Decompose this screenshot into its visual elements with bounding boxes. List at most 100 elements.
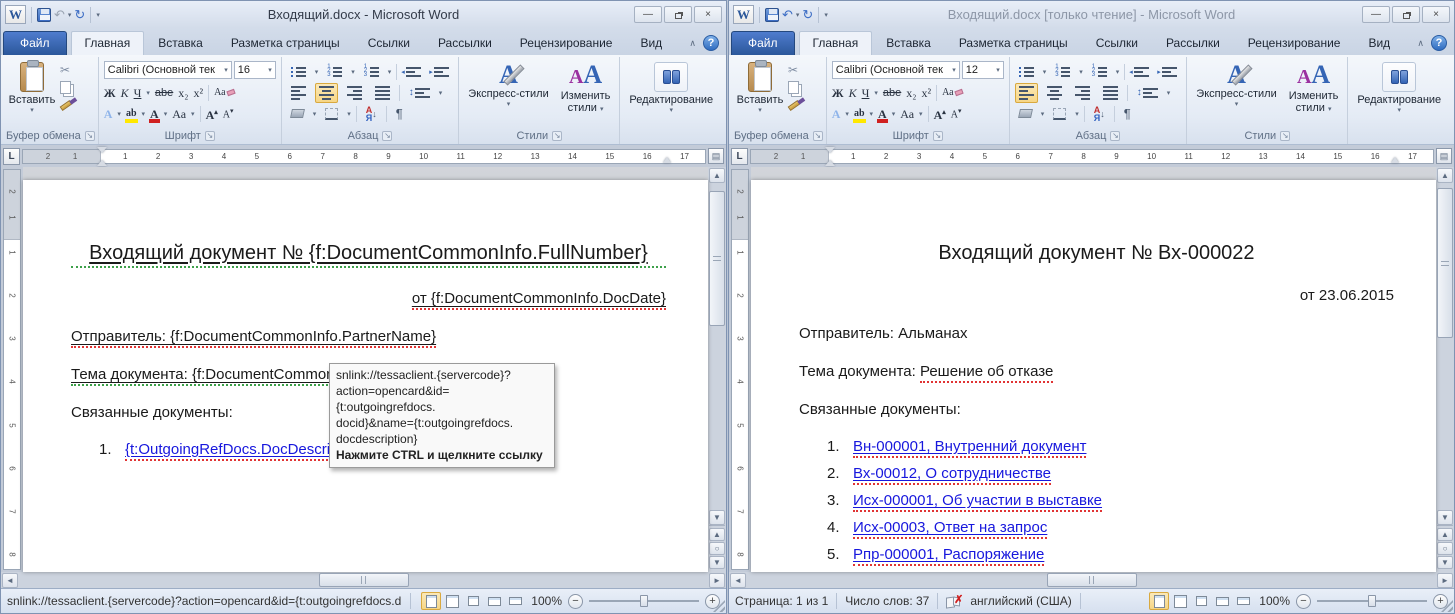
fullscreen-reading-view-button[interactable]	[1170, 592, 1190, 610]
shading-button[interactable]	[1015, 106, 1036, 121]
multilevel-list-button[interactable]	[1088, 64, 1111, 80]
paragraph-dialog-launcher[interactable]: ↘	[1110, 131, 1120, 141]
paste-button[interactable]: Вставить ▾	[6, 59, 58, 128]
styles-dialog-launcher[interactable]: ↘	[1280, 131, 1290, 141]
shrink-font-button[interactable]: А	[951, 104, 962, 122]
subscript-button[interactable]: x₂	[906, 86, 916, 100]
tab-review[interactable]: Рецензирование	[506, 31, 627, 55]
help-icon[interactable]: ?	[1431, 35, 1447, 51]
zoom-slider-track[interactable]	[1317, 600, 1427, 602]
grow-font-button[interactable]: А	[206, 105, 218, 122]
quick-styles-button[interactable]: A Экспресс-стили ▾	[462, 59, 554, 128]
vertical-scroll-track[interactable]	[1437, 183, 1453, 510]
change-styles-button[interactable]: АA Изменить стили ▾	[555, 59, 617, 128]
tab-page-layout[interactable]: Разметка страницы	[217, 31, 354, 55]
font-dialog-launcher[interactable]: ↘	[205, 131, 215, 141]
change-case-button[interactable]: Аа	[900, 107, 914, 121]
scroll-left-button[interactable]: ◄	[2, 573, 18, 588]
tab-page-layout[interactable]: Разметка страницы	[945, 31, 1082, 55]
tab-view[interactable]: Вид	[626, 31, 676, 55]
increase-indent-button[interactable]	[430, 64, 453, 80]
tab-references[interactable]: Ссылки	[354, 31, 424, 55]
undo-button[interactable]: ↶	[54, 6, 65, 24]
font-dialog-launcher[interactable]: ↘	[933, 131, 943, 141]
ruler-toggle-button[interactable]: ▤	[1436, 148, 1452, 164]
clear-formatting-button[interactable]: Аа	[942, 86, 963, 100]
related-document-link[interactable]: Исх-00003, Ответ на запрос	[853, 519, 1047, 539]
tab-review[interactable]: Рецензирование	[1234, 31, 1355, 55]
fullscreen-reading-view-button[interactable]	[442, 592, 462, 610]
text-effects-button[interactable]: А	[832, 107, 841, 121]
paste-dropdown-icon[interactable]: ▾	[30, 106, 34, 114]
format-painter-icon[interactable]	[60, 100, 73, 111]
vertical-scrollbar[interactable]: ▲ ▼ ▲ ○ ▼	[1436, 167, 1454, 572]
zoom-slider-thumb[interactable]	[1368, 595, 1376, 607]
select-browse-object-button[interactable]: ○	[709, 542, 725, 555]
bold-button[interactable]: Ж	[832, 86, 844, 100]
clear-formatting-button[interactable]: Аа	[214, 86, 235, 100]
vertical-scrollbar[interactable]: ▲ ▼ ▲ ○ ▼	[708, 167, 726, 572]
shading-button[interactable]	[287, 106, 308, 121]
font-color-button[interactable]: А	[878, 107, 887, 121]
horizontal-scroll-track[interactable]	[19, 573, 708, 587]
tab-references[interactable]: Ссылки	[1082, 31, 1152, 55]
scroll-right-button[interactable]: ►	[1437, 573, 1453, 588]
numbering-button[interactable]	[1051, 64, 1074, 80]
editing-button[interactable]: Редактирование ▾	[623, 59, 719, 128]
document-page[interactable]: Входящий документ № Вх-000022 от 23.06.2…	[751, 180, 1436, 572]
zoom-out-button[interactable]: −	[1296, 594, 1311, 609]
zoom-slider-thumb[interactable]	[640, 595, 648, 607]
underline-button[interactable]: Ч	[862, 86, 870, 100]
help-icon[interactable]: ?	[703, 35, 719, 51]
editing-button[interactable]: Редактирование ▾	[1351, 59, 1447, 128]
borders-button[interactable]	[321, 105, 342, 123]
vertical-scroll-thumb[interactable]	[1437, 188, 1453, 338]
ruler-toggle-button[interactable]: ▤	[708, 148, 724, 164]
subscript-button[interactable]: x₂	[178, 86, 188, 100]
undo-button[interactable]: ↶	[782, 6, 793, 24]
sort-button[interactable]: АЯ↓	[362, 103, 381, 125]
change-styles-button[interactable]: АA Изменить стили ▾	[1283, 59, 1345, 128]
horizontal-scroll-thumb[interactable]	[319, 573, 409, 587]
font-color-button[interactable]: А	[150, 107, 159, 121]
vertical-ruler[interactable]: 21 12345678	[729, 167, 751, 572]
scroll-down-button[interactable]: ▼	[1437, 510, 1453, 525]
multilevel-list-button[interactable]	[360, 64, 383, 80]
line-spacing-button[interactable]	[405, 84, 434, 101]
copy-icon[interactable]	[60, 81, 71, 94]
qat-customize-button[interactable]: ▾	[96, 11, 100, 19]
italic-button[interactable]: К	[121, 86, 129, 100]
align-center-button[interactable]	[315, 83, 338, 103]
font-size-combo[interactable]: 12▾	[962, 61, 1004, 79]
next-page-button[interactable]: ▼	[1437, 556, 1453, 569]
next-page-button[interactable]: ▼	[709, 556, 725, 569]
underline-button[interactable]: Ч	[134, 86, 142, 100]
justify-button[interactable]	[1099, 83, 1122, 103]
outline-view-button[interactable]	[1212, 592, 1232, 610]
shrink-font-button[interactable]: А	[223, 104, 234, 122]
scroll-up-button[interactable]: ▲	[709, 168, 725, 183]
draft-view-button[interactable]	[1233, 592, 1253, 610]
zoom-level[interactable]: 100%	[1259, 594, 1290, 608]
numbering-button[interactable]	[323, 64, 346, 80]
word-logo-icon[interactable]: W	[733, 5, 754, 24]
right-margin-marker[interactable]	[663, 153, 671, 163]
sort-button[interactable]: АЯ↓	[1090, 103, 1109, 125]
strikethrough-button[interactable]: abe	[155, 86, 173, 100]
increase-indent-button[interactable]	[1158, 64, 1181, 80]
draft-view-button[interactable]	[505, 592, 525, 610]
horizontal-scrollbar[interactable]: ◄ ►	[729, 572, 1454, 588]
related-document-link[interactable]: Рпр-000001, Распоряжение	[853, 546, 1044, 566]
vertical-ruler[interactable]: 21 12345678	[1, 167, 23, 572]
status-word-count[interactable]: Число слов: 37	[845, 594, 929, 608]
paste-dropdown-icon[interactable]: ▾	[758, 106, 762, 114]
previous-page-button[interactable]: ▲	[1437, 528, 1453, 541]
decrease-indent-button[interactable]	[402, 64, 425, 80]
clipboard-dialog-launcher[interactable]: ↘	[813, 131, 823, 141]
horizontal-scroll-thumb[interactable]	[1047, 573, 1137, 587]
show-marks-button[interactable]: ¶	[392, 103, 407, 124]
collapse-ribbon-icon[interactable]: ∧	[689, 38, 696, 49]
tab-selector-button[interactable]: L	[731, 148, 748, 165]
redo-button[interactable]: ↻	[802, 6, 813, 24]
show-marks-button[interactable]: ¶	[1120, 103, 1135, 124]
